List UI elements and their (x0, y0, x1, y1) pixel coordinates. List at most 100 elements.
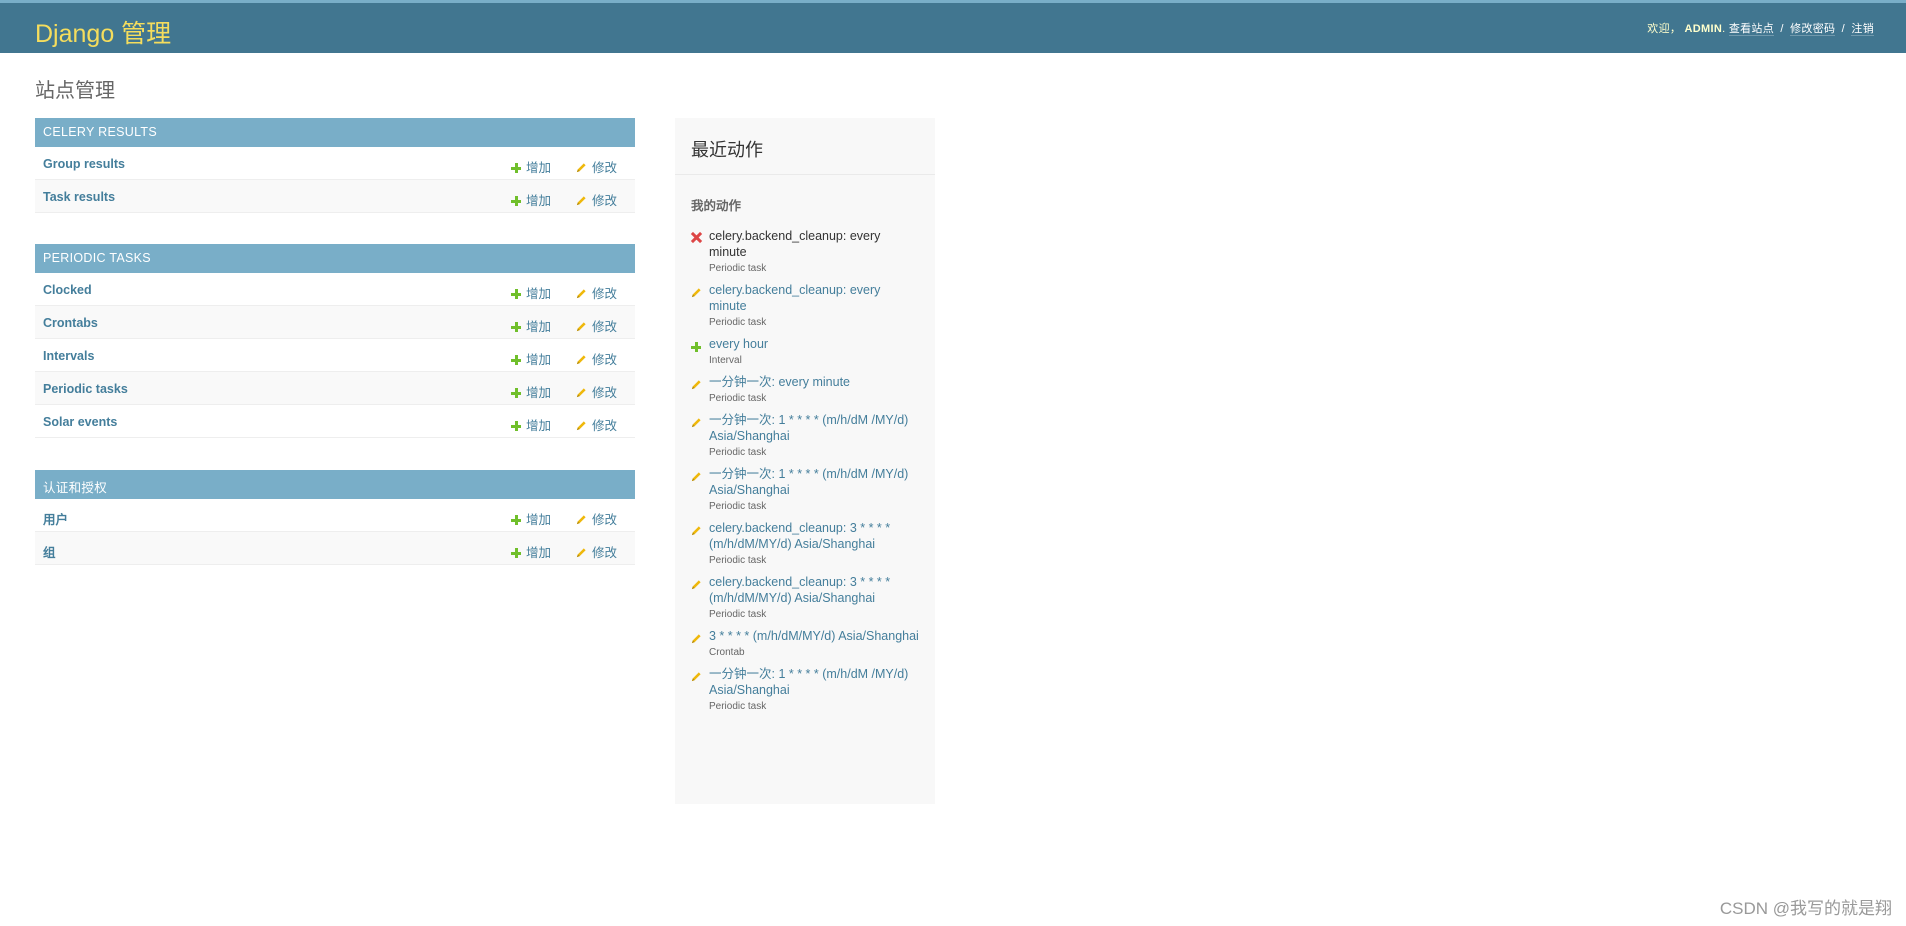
recent-action-item: every hour Interval (691, 336, 919, 366)
recent-actions-title: 最近动作 (675, 118, 935, 175)
recent-action-link[interactable]: 3 * * * * (m/h/dM/MY/d) Asia/Shanghai (709, 628, 919, 644)
recent-action-item: celery.backend_cleanup: 3 * * * * (m/h/d… (691, 520, 919, 566)
plus-icon (511, 515, 521, 525)
recent-action-item: celery.backend_cleanup: 3 * * * * (m/h/d… (691, 574, 919, 620)
my-actions-heading: 我的动作 (691, 199, 742, 213)
model-link[interactable]: Clocked (43, 283, 92, 297)
pencil-icon (576, 322, 586, 332)
module-caption[interactable]: 认证和授权 (35, 470, 635, 499)
pencil-icon (576, 355, 586, 365)
add-button[interactable]: 增加 (511, 415, 551, 434)
add-button[interactable]: 增加 (511, 509, 551, 528)
recent-action-item: 一分钟一次: every minute Periodic task (691, 374, 919, 404)
change-button[interactable]: 修改 (576, 316, 617, 335)
add-button[interactable]: 增加 (511, 349, 551, 368)
plus-icon (511, 322, 521, 332)
pencil-icon (576, 548, 586, 558)
change-button[interactable]: 修改 (576, 509, 617, 528)
change-button[interactable]: 修改 (576, 382, 617, 401)
welcome-text: 欢迎， (1647, 23, 1682, 35)
change-button[interactable]: 修改 (576, 190, 617, 209)
change-button[interactable]: 修改 (576, 283, 617, 302)
pencil-icon (691, 380, 701, 390)
header: Django 管理 欢迎， ADMIN. 查看站点 / 修改密码 / 注销 (0, 0, 1906, 53)
plus-icon (691, 342, 701, 352)
user-tools: 欢迎， ADMIN. 查看站点 / 修改密码 / 注销 (1647, 23, 1874, 36)
model-link[interactable]: Periodic tasks (43, 382, 128, 396)
model-link[interactable]: Group results (43, 157, 125, 171)
add-button[interactable]: 增加 (511, 542, 551, 561)
pencil-icon (691, 418, 701, 428)
recent-action-type: Periodic task (709, 609, 767, 620)
pencil-icon (691, 672, 701, 682)
recent-action-link[interactable]: 一分钟一次: every minute (709, 374, 919, 390)
module-caption[interactable]: PERIODIC TASKS (35, 244, 635, 273)
add-button[interactable]: 增加 (511, 157, 551, 176)
change-button[interactable]: 修改 (576, 415, 617, 434)
username: ADMIN (1684, 23, 1723, 35)
separator: / (1841, 23, 1846, 35)
pencil-icon (576, 289, 586, 299)
model-row-periodic-tasks: Periodic tasks 增加 修改 (35, 372, 635, 405)
action-list: celery.backend_cleanup: every minute Peri… (675, 214, 935, 712)
recent-action-link[interactable]: 一分钟一次: 1 * * * * (m/h/dM /MY/d) Asia/Sha… (709, 666, 919, 698)
plus-icon (511, 388, 521, 398)
model-row-solar-events: Solar events 增加 修改 (35, 405, 635, 438)
recent-action-link[interactable]: 一分钟一次: 1 * * * * (m/h/dM /MY/d) Asia/Sha… (709, 466, 919, 498)
recent-action-link[interactable]: celery.backend_cleanup: 3 * * * * (m/h/d… (709, 574, 919, 606)
change-button[interactable]: 修改 (576, 542, 617, 561)
change-button[interactable]: 修改 (576, 157, 617, 176)
recent-action-link[interactable]: every hour (709, 336, 919, 352)
add-button[interactable]: 增加 (511, 382, 551, 401)
recent-action-link[interactable]: celery.backend_cleanup: every minute (709, 282, 919, 314)
model-row-users: 用户 增加 修改 (35, 499, 635, 532)
model-link[interactable]: Task results (43, 190, 115, 204)
recent-action-item: 一分钟一次: 1 * * * * (m/h/dM /MY/d) Asia/Sha… (691, 412, 919, 458)
recent-action-item: 一分钟一次: 1 * * * * (m/h/dM /MY/d) Asia/Sha… (691, 466, 919, 512)
pencil-icon (576, 388, 586, 398)
add-button[interactable]: 增加 (511, 316, 551, 335)
pencil-icon (691, 526, 701, 536)
pencil-icon (576, 515, 586, 525)
model-link[interactable]: Crontabs (43, 316, 98, 330)
pencil-icon (691, 580, 701, 590)
pencil-icon (576, 421, 586, 431)
change-password-link[interactable]: 修改密码 (1790, 23, 1836, 36)
plus-icon (511, 163, 521, 173)
pencil-icon (576, 163, 586, 173)
recent-action-item: celery.backend_cleanup: every minute Peri… (691, 228, 919, 274)
page-title: 站点管理 (35, 80, 115, 102)
model-link[interactable]: 用户 (43, 509, 68, 528)
recent-action-type: Periodic task (709, 555, 767, 566)
module-auth: 认证和授权 用户 增加 修改 组 增加 修改 (35, 470, 635, 565)
pencil-icon (691, 472, 701, 482)
plus-icon (511, 289, 521, 299)
view-site-link[interactable]: 查看站点 (1728, 23, 1775, 36)
module-caption[interactable]: CELERY RESULTS (35, 118, 635, 147)
logout-link[interactable]: 注销 (1851, 23, 1874, 36)
add-button[interactable]: 增加 (511, 190, 551, 209)
recent-action-type: Crontab (709, 647, 745, 658)
model-row-group-results: Group results 增加 修改 (35, 147, 635, 180)
recent-action-item: 一分钟一次: 1 * * * * (m/h/dM /MY/d) Asia/Sha… (691, 666, 919, 712)
model-row-groups: 组 增加 修改 (35, 532, 635, 565)
model-link[interactable]: 组 (43, 542, 56, 561)
separator: / (1780, 23, 1784, 35)
recent-action-type: Periodic task (709, 701, 767, 712)
recent-action-object: celery.backend_cleanup: every minute (709, 229, 881, 259)
recent-action-type: Interval (709, 355, 742, 366)
recent-action-link[interactable]: celery.backend_cleanup: 3 * * * * (m/h/d… (709, 520, 919, 552)
model-row-task-results: Task results 增加 修改 (35, 180, 635, 213)
recent-action-type: Periodic task (709, 447, 767, 458)
recent-action-type: Periodic task (709, 393, 767, 404)
recent-action-link[interactable]: 一分钟一次: 1 * * * * (m/h/dM /MY/d) Asia/Sha… (709, 412, 919, 444)
model-link[interactable]: Solar events (43, 415, 117, 429)
site-brand[interactable]: Django 管理 (35, 14, 171, 50)
model-link[interactable]: Intervals (43, 349, 94, 363)
pencil-icon (691, 288, 701, 298)
recent-action-type: Periodic task (709, 501, 767, 512)
delete-icon (691, 232, 702, 243)
change-button[interactable]: 修改 (576, 349, 617, 368)
pencil-icon (576, 196, 586, 206)
add-button[interactable]: 增加 (511, 283, 551, 302)
